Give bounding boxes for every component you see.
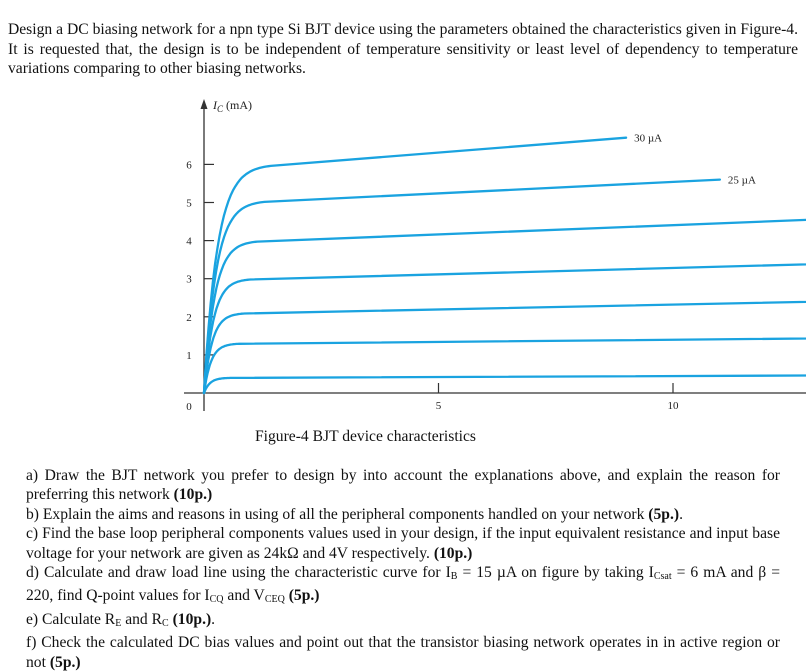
y-tick-label: 6 — [186, 159, 192, 171]
figure-caption: Figure-4 BJT device characteristics — [255, 428, 476, 445]
characteristic-curve-5 — [202, 178, 722, 395]
points-badge: (10p.) — [173, 486, 213, 504]
curve-label-6: 30 µA — [634, 133, 662, 145]
y-tick-label: 2 — [186, 312, 192, 324]
chart-axes — [184, 99, 806, 411]
chart-svg: 12345651015200IC (mA)VCEIB = 0 µA5 µA10 … — [184, 98, 806, 413]
points-badge: (10p.) — [172, 610, 212, 628]
points-badge: (5p.) — [288, 587, 320, 605]
question-list: a) Draw the BJT network you prefer to de… — [26, 466, 780, 672]
x-tick-label: 10 — [668, 400, 680, 412]
question-b: b) Explain the aims and reasons in using… — [26, 505, 683, 523]
intro-line-1: Design a DC biasing network for a npn ty… — [8, 21, 721, 38]
x-tick-label: 5 — [436, 400, 442, 412]
points-badge: (5p.) — [49, 653, 81, 671]
question-c: c) Find the base loop peripheral compone… — [26, 525, 780, 562]
characteristic-curve-6 — [202, 136, 628, 395]
origin-label: 0 — [186, 401, 192, 413]
y-axis-label: IC (mA) — [212, 98, 252, 114]
characteristic-curve-1 — [202, 337, 806, 395]
y-tick-label: 4 — [186, 236, 192, 248]
y-tick-label: 3 — [186, 274, 192, 286]
question-f: f) Check the calculated DC bias values a… — [26, 634, 780, 671]
characteristic-curve-4 — [202, 218, 806, 395]
question-e: e) Calculate RE and RC (10p.). — [26, 610, 216, 629]
points-badge: (10p.) — [433, 544, 473, 562]
y-axis-arrow-icon — [200, 99, 208, 109]
bjt-characteristics-figure: 12345651015200IC (mA)VCEIB = 0 µA5 µA10 … — [0, 95, 806, 435]
chart-labels: 12345651015200IC (mA)VCEIB = 0 µA5 µA10 … — [186, 98, 756, 413]
characteristic-curve-3 — [202, 263, 806, 395]
y-tick-label: 1 — [186, 350, 192, 362]
characteristic-curve-0 — [202, 374, 806, 395]
points-badge: (5p.) — [648, 505, 680, 523]
question-a: a) Draw the BJT network you prefer to de… — [26, 467, 780, 504]
problem-statement: Design a DC biasing network for a npn ty… — [8, 20, 798, 79]
question-d: d) Calculate and draw load line using th… — [26, 564, 780, 606]
curve-label-5: 25 µA — [728, 175, 756, 187]
y-tick-label: 5 — [186, 198, 192, 210]
chart-curves — [202, 136, 806, 395]
